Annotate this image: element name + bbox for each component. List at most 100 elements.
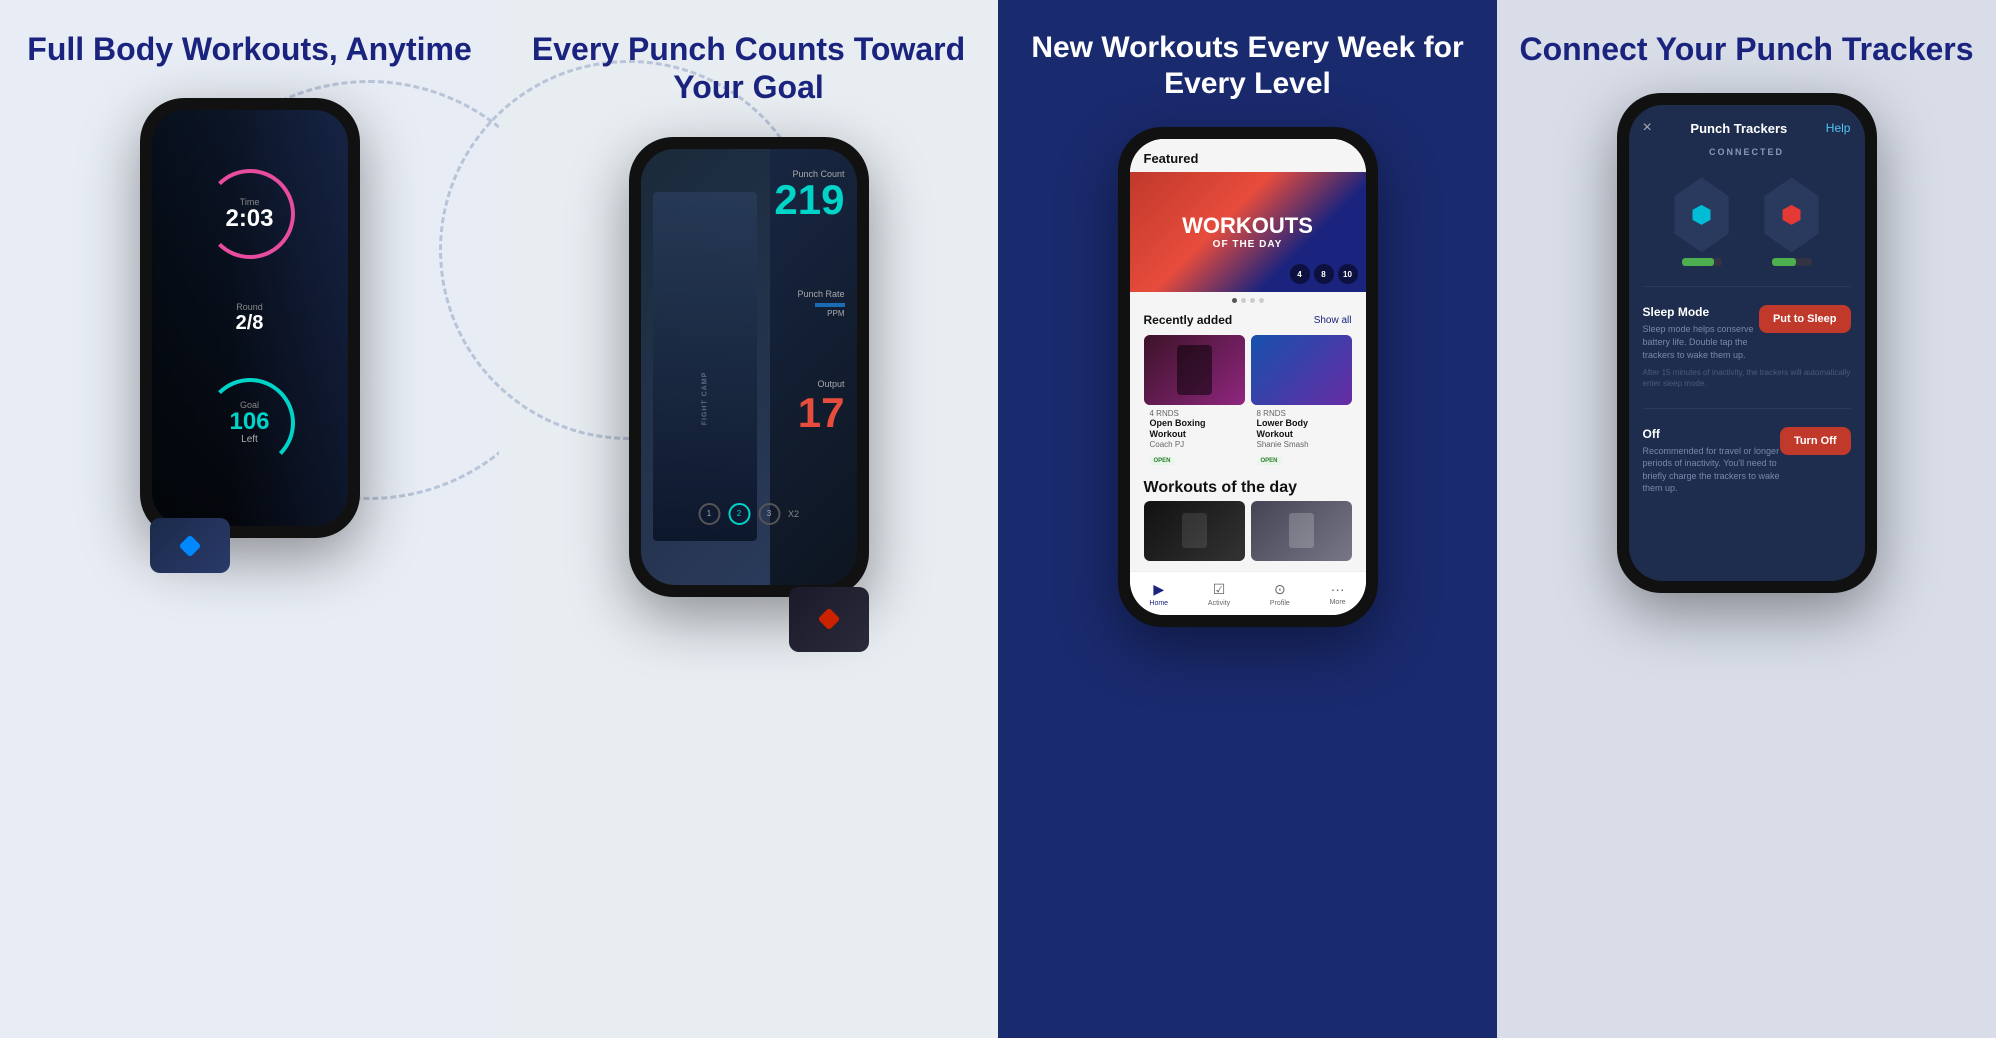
open-badge-2: OPEN — [1257, 457, 1282, 465]
round-value: 2/8 — [236, 312, 264, 335]
close-icon[interactable]: × — [1643, 119, 1652, 137]
sleep-mode-title: Sleep Mode — [1643, 305, 1759, 319]
dot-1 — [1232, 298, 1237, 303]
output-value: 17 — [798, 389, 845, 437]
timer-value: 2:03 — [225, 207, 273, 231]
tracker-gem-red — [1782, 205, 1802, 225]
nav-profile[interactable]: ⊙ Profile — [1270, 581, 1290, 607]
more-icon: ··· — [1331, 581, 1345, 597]
round-1: 1 — [698, 503, 720, 525]
tracker-battery-red — [1772, 258, 1812, 266]
wotd-card-1[interactable] — [1144, 501, 1245, 561]
goal-ring: Goal 106 Left — [205, 378, 295, 468]
workout-card-lower-image — [1251, 335, 1352, 405]
timer-ring-outer: Time 2:03 — [205, 169, 295, 259]
stats-overlay: Time 2:03 Round 2/8 — [152, 110, 348, 526]
pt-divider-1 — [1643, 286, 1851, 287]
ppm-label: PPM — [797, 309, 844, 318]
dot-3 — [1250, 298, 1255, 303]
wotd-thumb-2 — [1289, 513, 1314, 548]
nav-home[interactable]: ▶ Home — [1149, 581, 1168, 607]
tracker-hardware-red — [789, 587, 869, 652]
panel-full-body: Full Body Workouts, Anytime Time 2:03 — [0, 0, 499, 1038]
timer-ring: Time 2:03 — [205, 169, 295, 259]
dot-4 — [1259, 298, 1264, 303]
badge-10: 10 — [1338, 264, 1358, 284]
profile-icon: ⊙ — [1274, 581, 1286, 598]
carousel-dots — [1130, 292, 1366, 309]
goal-sub: Left — [241, 434, 258, 445]
off-text: Off Recommended for travel or longer per… — [1643, 427, 1780, 495]
list-item[interactable]: 4 RNDS Open Boxing Workout Coach PJ OPEN — [1144, 335, 1245, 471]
tracker-battery-blue — [1682, 258, 1722, 266]
phone-frame-1: Time 2:03 Round 2/8 — [140, 98, 360, 538]
card-overlay-2 — [1251, 335, 1352, 405]
goal-ring-outer: Goal 106 Left — [205, 378, 295, 468]
punch-count-area: Punch Count 219 — [774, 169, 844, 221]
panel-connect-trackers: Connect Your Punch Trackers × Punch Trac… — [1497, 0, 1996, 1038]
boxer-shape — [1177, 345, 1212, 395]
featured-title: WORKOUTS — [1182, 214, 1313, 238]
wc-rounds-1: 4 RNDS — [1150, 409, 1239, 418]
featured-card-content: WORKOUTS OF THE DAY — [1182, 214, 1313, 249]
off-desc: Recommended for travel or longer periods… — [1643, 445, 1780, 495]
tracker-gem-blue — [178, 535, 201, 558]
round-3: 3 — [758, 503, 780, 525]
goal-value: 106 — [229, 410, 269, 434]
list-item[interactable]: 8 RNDS Lower Body Workout Shanie Smash O… — [1251, 335, 1352, 471]
show-all-link[interactable]: Show all — [1314, 315, 1352, 326]
panel-2-title: Every Punch Counts Toward Your Goal — [519, 30, 978, 107]
wotd-card-2[interactable] — [1251, 501, 1352, 561]
tracker-gem-blue — [1692, 205, 1712, 225]
bottom-nav: ▶ Home ☑ Activity ⊙ Profile ··· More — [1130, 571, 1366, 615]
open-badge-1: OPEN — [1150, 457, 1175, 465]
badge-4: 4 — [1290, 264, 1310, 284]
phone-mockup-4: × Punch Trackers Help CONNECTED — [1617, 93, 1877, 593]
wc-coach-1: Coach PJ — [1150, 440, 1239, 449]
round-ring: Round 2/8 — [236, 302, 264, 335]
phone-mockup-3: Featured WORKOUTS OF THE DAY 4 8 10 — [1118, 127, 1378, 627]
recently-added-label: Recently added — [1144, 313, 1233, 327]
wotd-section: Workouts of the day — [1130, 475, 1366, 565]
pt-help-link[interactable]: Help — [1826, 121, 1851, 135]
tracker-device-blue — [1672, 177, 1732, 266]
sleep-mode-text: Sleep Mode Sleep mode helps conserve bat… — [1643, 305, 1759, 361]
nav-more[interactable]: ··· More — [1330, 581, 1346, 606]
tracker-battery-fill-red — [1772, 258, 1796, 266]
phone-frame-2: FIGHT CAMP Punch Count 219 Punch Rate PP… — [629, 137, 869, 597]
wc-coach-2: Shanie Smash — [1257, 440, 1346, 449]
featured-sub: OF THE DAY — [1213, 239, 1283, 250]
wotd-thumb-1 — [1182, 513, 1207, 548]
goal-label: Goal — [240, 400, 259, 410]
featured-header: Featured — [1130, 139, 1366, 172]
sleep-mode-section: Sleep Mode Sleep mode helps conserve bat… — [1629, 297, 1865, 397]
off-title: Off — [1643, 427, 1780, 441]
featured-card: WORKOUTS OF THE DAY 4 8 10 — [1130, 172, 1366, 292]
round-2: 2 — [728, 503, 750, 525]
output-label: Output — [798, 379, 845, 389]
panel-3-title: New Workouts Every Week for Every Level — [1018, 30, 1477, 102]
wc-rounds-2: 8 RNDS — [1257, 409, 1346, 418]
round-label: Round — [236, 302, 264, 312]
nav-activity[interactable]: ☑ Activity — [1208, 581, 1230, 607]
wc-title-2: Lower Body Workout — [1257, 418, 1346, 440]
nav-more-label: More — [1330, 599, 1346, 606]
nav-activity-label: Activity — [1208, 600, 1230, 607]
wotd-label: Workouts of the day — [1144, 479, 1352, 497]
phone-screen-2: FIGHT CAMP Punch Count 219 Punch Rate PP… — [641, 149, 857, 585]
punch-rate-label: Punch Rate — [797, 289, 844, 299]
trackers-visual — [1629, 167, 1865, 276]
punch-rate-area: Punch Rate PPM — [797, 289, 844, 318]
sleep-mode-row: Sleep Mode Sleep mode helps conserve bat… — [1643, 305, 1851, 361]
home-icon: ▶ — [1153, 581, 1164, 598]
put-to-sleep-button[interactable]: Put to Sleep — [1759, 305, 1851, 333]
recently-added-header: Recently added Show all — [1130, 309, 1366, 331]
boxer-silhouette — [1144, 335, 1245, 405]
turn-off-button[interactable]: Turn Off — [1780, 427, 1851, 455]
nav-profile-label: Profile — [1270, 600, 1290, 607]
phone-mockup-1: Time 2:03 Round 2/8 — [140, 98, 360, 538]
phone-screen-3: Featured WORKOUTS OF THE DAY 4 8 10 — [1130, 139, 1366, 615]
tracker-hardware-blue — [150, 518, 230, 573]
off-section: Off Recommended for travel or longer per… — [1629, 419, 1865, 503]
wc-title-1: Open Boxing Workout — [1150, 418, 1239, 440]
